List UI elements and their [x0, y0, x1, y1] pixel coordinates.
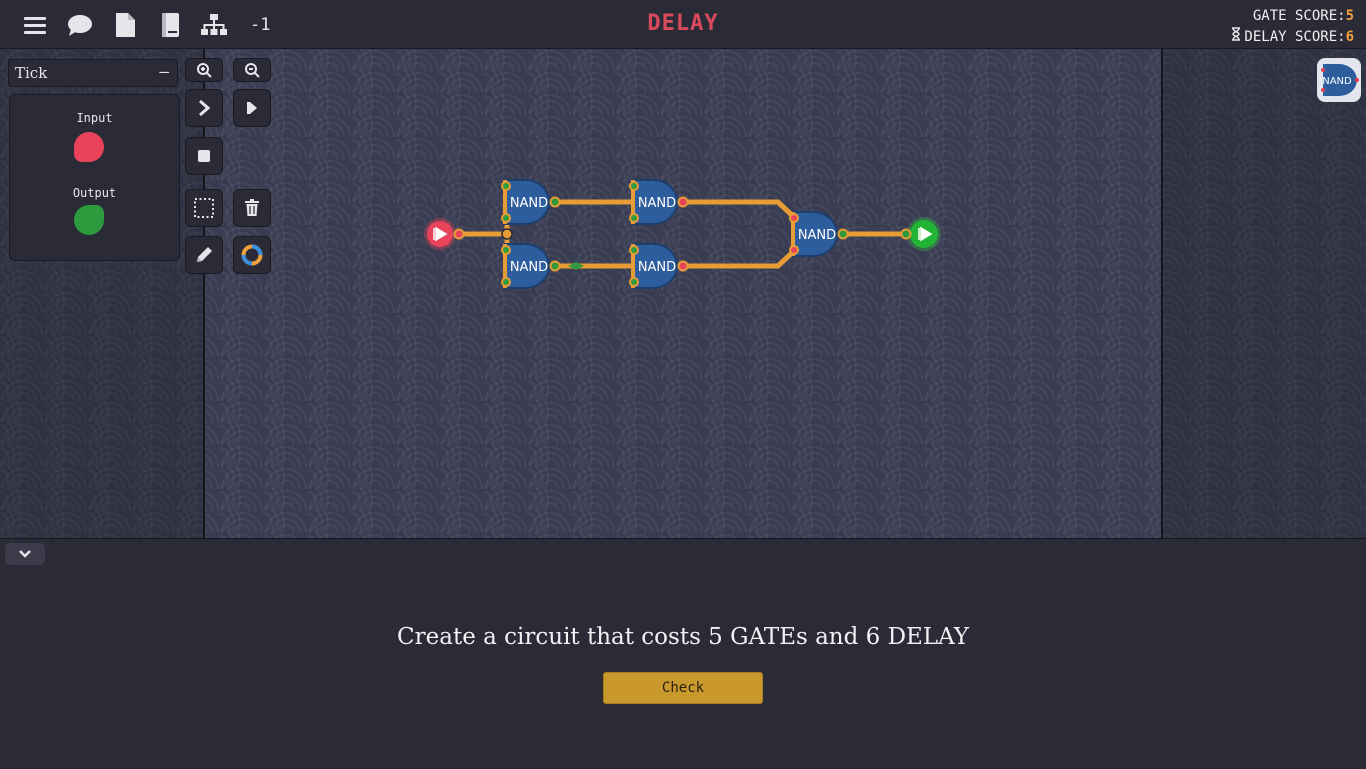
signal-arrow-icon	[568, 262, 584, 270]
wire[interactable]	[680, 199, 798, 221]
nand-palette-tile[interactable]: NAND	[1317, 58, 1361, 102]
circuit-diagram: NAND NAND NAND NAND NAND	[424, 179, 942, 289]
nand-gate[interactable]: NAND	[501, 243, 561, 289]
wire-junction	[501, 228, 513, 240]
nand-gate[interactable]: NAND	[789, 211, 849, 257]
gate-label: NAND	[510, 196, 548, 211]
wire[interactable]	[680, 247, 798, 269]
palette-gate-label: NAND	[1322, 76, 1352, 87]
collapse-button[interactable]	[5, 543, 45, 565]
chevron-down-icon	[19, 550, 31, 558]
output-node[interactable]	[900, 217, 942, 251]
input-node[interactable]	[424, 218, 465, 250]
gate-label: NAND	[510, 260, 548, 275]
gate-label: NAND	[638, 196, 676, 211]
gate-label: NAND	[638, 260, 676, 275]
nand-gate[interactable]: NAND	[501, 179, 561, 225]
check-button[interactable]: Check	[603, 672, 763, 704]
instruction-panel	[0, 538, 1366, 769]
nand-gate[interactable]: NAND	[629, 243, 689, 289]
objective-text: Create a circuit that costs 5 GATEs and …	[397, 624, 969, 650]
nand-gate[interactable]: NAND	[629, 179, 689, 225]
gate-label: NAND	[798, 228, 836, 243]
